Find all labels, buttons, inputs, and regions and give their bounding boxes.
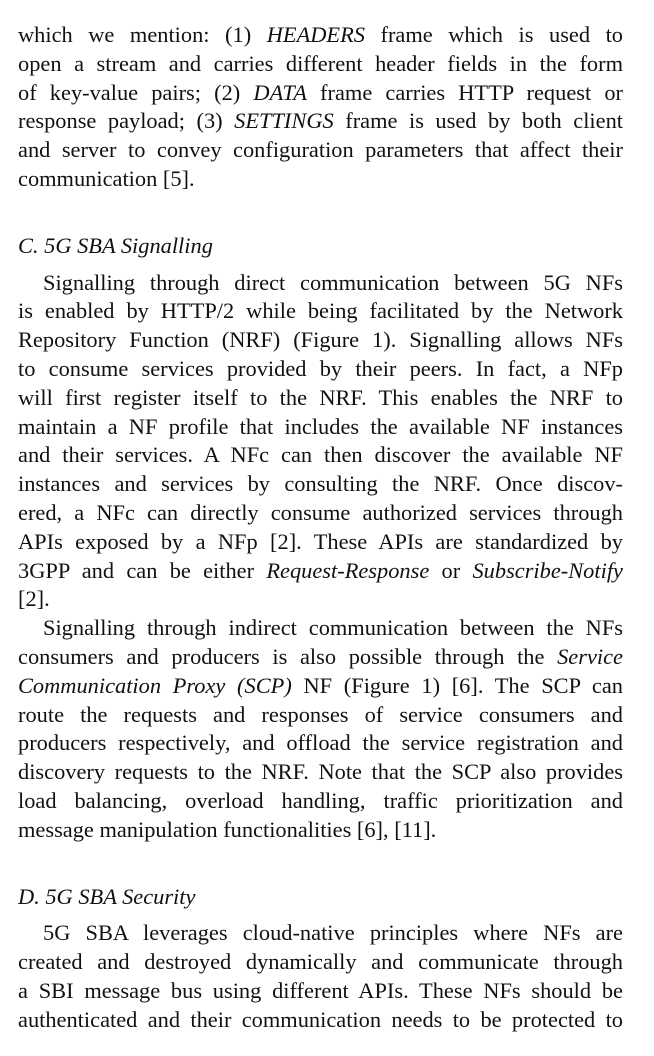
italic-term: Subscribe-Notify: [472, 557, 623, 583]
paragraph-http2-frames: which we mention: (1) HEADERS frame whic…: [18, 21, 623, 194]
text-run: [2].: [18, 586, 50, 612]
text-run: and server to convey configuration param…: [18, 137, 623, 163]
text-run: of key-value pairs; (2): [18, 79, 254, 105]
italic-term: Request-Response: [266, 557, 430, 583]
text-line: discovery requests to the NRF. Note that…: [18, 758, 623, 787]
text-run: or: [429, 557, 473, 583]
text-run: 3GPP and can be either: [18, 557, 267, 583]
text-run: producers respectively, and offload the …: [18, 730, 623, 756]
text-line: APIs exposed by a NFp [2]. These APIs ar…: [18, 528, 623, 557]
text-line: and their services. A NFc can then disco…: [18, 441, 623, 470]
text-run: frame is used by both client: [333, 108, 623, 134]
italic-term: Service: [557, 643, 623, 669]
text-line: ered, a NFc can directly consume authori…: [18, 499, 623, 528]
text-run: 5G SBA leverages cloud-native principles…: [43, 920, 623, 946]
text-line: Communication Proxy (SCP) NF (Figure 1) …: [18, 672, 623, 701]
text-run: load balancing, overload handling, traff…: [18, 787, 623, 813]
text-line: producers respectively, and offload the …: [18, 729, 623, 758]
text-line: will first register itself to the NRF. T…: [18, 384, 623, 413]
text-run: Signalling through indirect communicatio…: [43, 615, 623, 641]
text-run: NF (Figure 1) [6]. The SCP can: [291, 672, 623, 698]
text-line: a SBI message bus using different APIs. …: [18, 977, 623, 1006]
text-line: instances and services by consulting the…: [18, 470, 623, 499]
text-run: instances and services by consulting the…: [18, 471, 623, 497]
text-line: which we mention: (1) HEADERS frame whic…: [18, 21, 623, 50]
text-run: APIs exposed by a NFp [2]. These APIs ar…: [18, 528, 623, 554]
text-run: response payload; (3): [18, 108, 235, 134]
text-line: [2].: [18, 585, 623, 614]
text-run: discovery requests to the NRF. Note that…: [18, 759, 623, 785]
text-run: and their services. A NFc can then disco…: [18, 442, 623, 468]
text-line: authenticated and their communication ne…: [18, 1006, 623, 1035]
text-line: communication [5].: [18, 165, 623, 194]
text-line: created and destroyed dynamically and co…: [18, 948, 623, 977]
text-run: to consume services provided by their pe…: [18, 355, 623, 381]
text-run: will first register itself to the NRF. T…: [18, 384, 623, 410]
text-run: open a stream and carries different head…: [18, 50, 623, 76]
text-line: of key-value pairs; (2) DATA frame carri…: [18, 79, 623, 108]
text-run: created and destroyed dynamically and co…: [18, 949, 623, 975]
text-line: is enabled by HTTP/2 while being facilit…: [18, 297, 623, 326]
text-line: route the requests and responses of serv…: [18, 701, 623, 730]
text-line: Repository Function (NRF) (Figure 1). Si…: [18, 326, 623, 355]
italic-term: HEADERS: [266, 22, 365, 47]
text-run: consumers and producers is also possible…: [18, 643, 558, 669]
text-line: 5G SBA leverages cloud-native principles…: [18, 919, 623, 948]
text-run: Repository Function (NRF) (Figure 1). Si…: [18, 327, 623, 353]
text-line: consumers and producers is also possible…: [18, 643, 623, 672]
paper-page: which we mention: (1) HEADERS frame whic…: [18, 21, 623, 1035]
text-run: maintain a NF profile that includes the …: [18, 413, 623, 439]
paragraph-sba-security: 5G SBA leverages cloud-native principles…: [18, 919, 623, 1034]
italic-term: DATA: [253, 79, 307, 105]
text-run: is enabled by HTTP/2 while being facilit…: [18, 298, 623, 324]
text-run: frame which is used to: [364, 22, 624, 47]
section-heading-d: D. 5G SBA Security: [18, 883, 196, 909]
text-run: a SBI message bus using different APIs. …: [18, 977, 623, 1003]
paragraph-direct-signalling: Signalling through direct communication …: [18, 269, 623, 615]
section-heading-c: C. 5G SBA Signalling: [18, 232, 213, 258]
text-line: open a stream and carries different head…: [18, 50, 623, 79]
text-line: and server to convey configuration param…: [18, 136, 623, 165]
text-line: load balancing, overload handling, traff…: [18, 787, 623, 816]
text-line: Signalling through direct communication …: [18, 269, 623, 298]
text-run: which we mention: (1): [18, 22, 267, 47]
text-run: Signalling through direct communication …: [43, 269, 623, 295]
text-line: response payload; (3) SETTINGS frame is …: [18, 107, 623, 136]
italic-term: SETTINGS: [234, 108, 334, 134]
text-line: to consume services provided by their pe…: [18, 355, 623, 384]
italic-term: Communication Proxy (SCP): [18, 672, 292, 698]
paragraph-indirect-signalling: Signalling through indirect communicatio…: [18, 614, 623, 844]
text-line: Signalling through indirect communicatio…: [18, 614, 623, 643]
text-run: authenticated and their communication ne…: [18, 1006, 623, 1032]
text-line: maintain a NF profile that includes the …: [18, 413, 623, 442]
text-run: communication [5].: [18, 165, 195, 191]
text-run: ered, a NFc can directly consume authori…: [18, 499, 623, 525]
text-line: 3GPP and can be either Request-Response …: [18, 557, 623, 586]
text-run: route the requests and responses of serv…: [18, 701, 623, 727]
text-line: message manipulation functionalities [6]…: [18, 816, 623, 845]
text-run: message manipulation functionalities [6]…: [18, 816, 437, 842]
text-run: frame carries HTTP request or: [306, 79, 623, 105]
